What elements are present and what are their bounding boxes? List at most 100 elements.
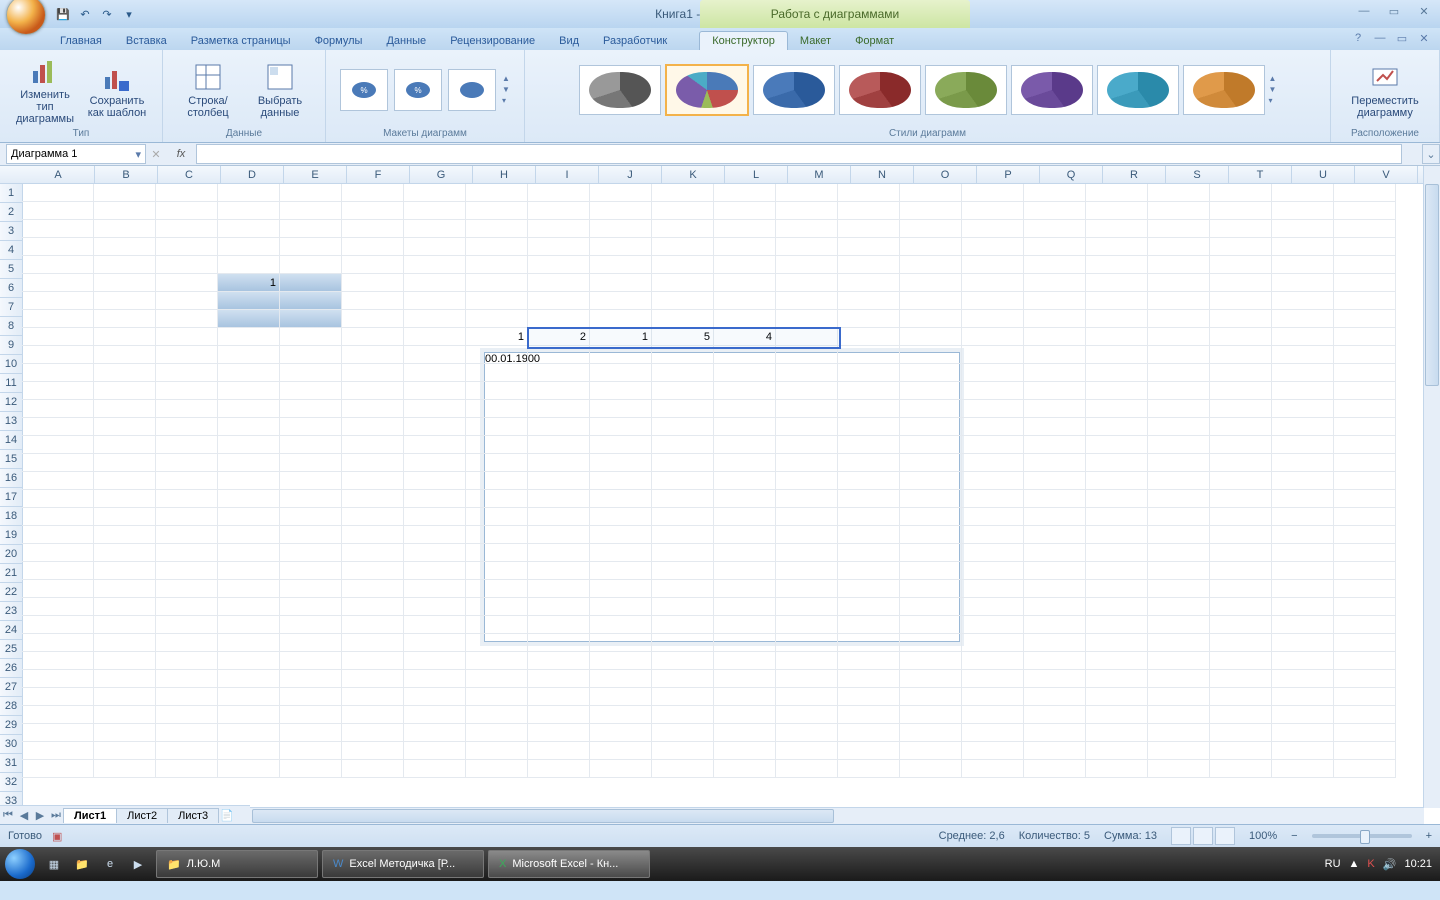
tray-clock[interactable]: 10:21 — [1404, 858, 1432, 870]
row-header-8[interactable]: 8 — [0, 317, 22, 336]
col-header-M[interactable]: M — [788, 166, 851, 183]
help-icon[interactable]: ? — [1350, 30, 1366, 46]
change-chart-type-button[interactable]: Изменить тип диаграммы — [12, 55, 78, 125]
tab-formulas[interactable]: Формулы — [303, 32, 375, 50]
row-header-9[interactable]: 9 — [0, 336, 22, 355]
chart-style-1[interactable] — [579, 65, 661, 115]
row-header-20[interactable]: 20 — [0, 545, 22, 564]
col-header-P[interactable]: P — [977, 166, 1040, 183]
row-header-25[interactable]: 25 — [0, 640, 22, 659]
row-header-30[interactable]: 30 — [0, 735, 22, 754]
chart-style-2-selected[interactable] — [665, 64, 749, 116]
taskbar-pin-ie[interactable]: e — [96, 850, 124, 878]
cancel-formula-icon[interactable]: ✕ — [146, 145, 166, 163]
tab-developer[interactable]: Разработчик — [591, 32, 679, 50]
col-header-D[interactable]: D — [221, 166, 284, 183]
styles-scroll-up[interactable]: ▲ — [1269, 74, 1277, 83]
horizontal-scrollbar[interactable] — [250, 807, 1424, 824]
col-header-L[interactable]: L — [725, 166, 788, 183]
minimize-button[interactable]: — — [1352, 2, 1376, 20]
col-header-V[interactable]: V — [1355, 166, 1418, 183]
row-header-18[interactable]: 18 — [0, 507, 22, 526]
row-header-17[interactable]: 17 — [0, 488, 22, 507]
row-header-2[interactable]: 2 — [0, 203, 22, 222]
chart-style-4[interactable] — [839, 65, 921, 115]
row-header-21[interactable]: 21 — [0, 564, 22, 583]
tray-icon[interactable]: ▲ — [1349, 858, 1360, 870]
styles-more[interactable]: ▾ — [1269, 96, 1277, 105]
chart-style-5[interactable] — [925, 65, 1007, 115]
tray-volume-icon[interactable]: 🔊 — [1383, 858, 1397, 871]
vertical-scrollbar[interactable] — [1423, 166, 1440, 808]
col-header-H[interactable]: H — [473, 166, 536, 183]
sheet-nav-prev[interactable]: ◀ — [16, 807, 32, 823]
row-header-28[interactable]: 28 — [0, 697, 22, 716]
tab-layout[interactable]: Макет — [788, 32, 843, 50]
view-page-layout-button[interactable] — [1193, 827, 1213, 845]
col-header-J[interactable]: J — [599, 166, 662, 183]
zoom-level[interactable]: 100% — [1249, 830, 1277, 842]
col-header-U[interactable]: U — [1292, 166, 1355, 183]
sheet-nav-first[interactable]: ⏮ — [0, 807, 16, 823]
cells-area[interactable]: 00.01.1900 112154 — [22, 184, 1424, 808]
row-header-27[interactable]: 27 — [0, 678, 22, 697]
row-header-16[interactable]: 16 — [0, 469, 22, 488]
tab-data[interactable]: Данные — [374, 32, 438, 50]
tab-home[interactable]: Главная — [48, 32, 114, 50]
styles-scroll-down[interactable]: ▼ — [1269, 85, 1277, 94]
tab-review[interactable]: Рецензирование — [438, 32, 547, 50]
row-header-13[interactable]: 13 — [0, 412, 22, 431]
row-header-10[interactable]: 10 — [0, 355, 22, 374]
ribbon-close-icon[interactable]: ✕ — [1416, 30, 1432, 46]
ribbon-restore-icon[interactable]: ▭ — [1394, 30, 1410, 46]
save-as-template-button[interactable]: Сохранить как шаблон — [84, 61, 150, 119]
tab-view[interactable]: Вид — [547, 32, 591, 50]
taskbar-task-excel[interactable]: XMicrosoft Excel - Кн... — [488, 850, 650, 878]
select-data-button[interactable]: Выбрать данные — [247, 61, 313, 119]
sheet-tab-3[interactable]: Лист3 — [167, 808, 219, 823]
col-header-F[interactable]: F — [347, 166, 410, 183]
tray-lang[interactable]: RU — [1325, 858, 1341, 870]
chart-style-8[interactable] — [1183, 65, 1265, 115]
tray-kaspersky-icon[interactable]: K — [1367, 858, 1374, 870]
row-header-11[interactable]: 11 — [0, 374, 22, 393]
col-header-N[interactable]: N — [851, 166, 914, 183]
zoom-slider[interactable] — [1312, 834, 1412, 838]
name-box[interactable]: Диаграмма 1 ▾ — [6, 144, 146, 164]
move-chart-button[interactable]: Переместить диаграмму — [1343, 61, 1427, 119]
row-header-1[interactable]: 1 — [0, 184, 22, 203]
col-header-A[interactable]: A — [22, 166, 95, 183]
vscroll-thumb[interactable] — [1425, 184, 1439, 386]
chart-style-6[interactable] — [1011, 65, 1093, 115]
new-sheet-icon[interactable]: 📄 — [219, 807, 235, 823]
row-header-4[interactable]: 4 — [0, 241, 22, 260]
chart-layout-1[interactable]: % — [340, 69, 388, 111]
formula-bar-expand-icon[interactable]: ⌄ — [1422, 144, 1440, 164]
chart-style-3[interactable] — [753, 65, 835, 115]
zoom-slider-thumb[interactable] — [1360, 830, 1370, 844]
tab-insert[interactable]: Вставка — [114, 32, 179, 50]
col-header-B[interactable]: B — [95, 166, 158, 183]
maximize-button[interactable]: ▭ — [1382, 2, 1406, 20]
start-button[interactable] — [0, 847, 40, 881]
col-header-K[interactable]: K — [662, 166, 725, 183]
taskbar-pin-explorer[interactable]: 📁 — [68, 850, 96, 878]
col-header-G[interactable]: G — [410, 166, 473, 183]
chart-layout-2[interactable]: % — [394, 69, 442, 111]
col-header-Q[interactable]: Q — [1040, 166, 1103, 183]
row-header-31[interactable]: 31 — [0, 754, 22, 773]
tab-design[interactable]: Конструктор — [699, 31, 788, 50]
row-header-19[interactable]: 19 — [0, 526, 22, 545]
row-header-22[interactable]: 22 — [0, 583, 22, 602]
taskbar-task-word[interactable]: WExcel Методичка [Р... — [322, 850, 484, 878]
sheet-tab-1[interactable]: Лист1 — [63, 808, 117, 823]
save-icon[interactable]: 💾 — [54, 5, 72, 23]
sheet-nav-last[interactable]: ⏭ — [48, 807, 64, 823]
chart-layout-3[interactable] — [448, 69, 496, 111]
row-header-26[interactable]: 26 — [0, 659, 22, 678]
col-header-S[interactable]: S — [1166, 166, 1229, 183]
view-normal-button[interactable] — [1171, 827, 1191, 845]
hscroll-thumb[interactable] — [252, 809, 834, 823]
macro-record-icon[interactable]: ▣ — [52, 830, 62, 843]
taskbar-pin-wmp[interactable]: ▶ — [124, 850, 152, 878]
